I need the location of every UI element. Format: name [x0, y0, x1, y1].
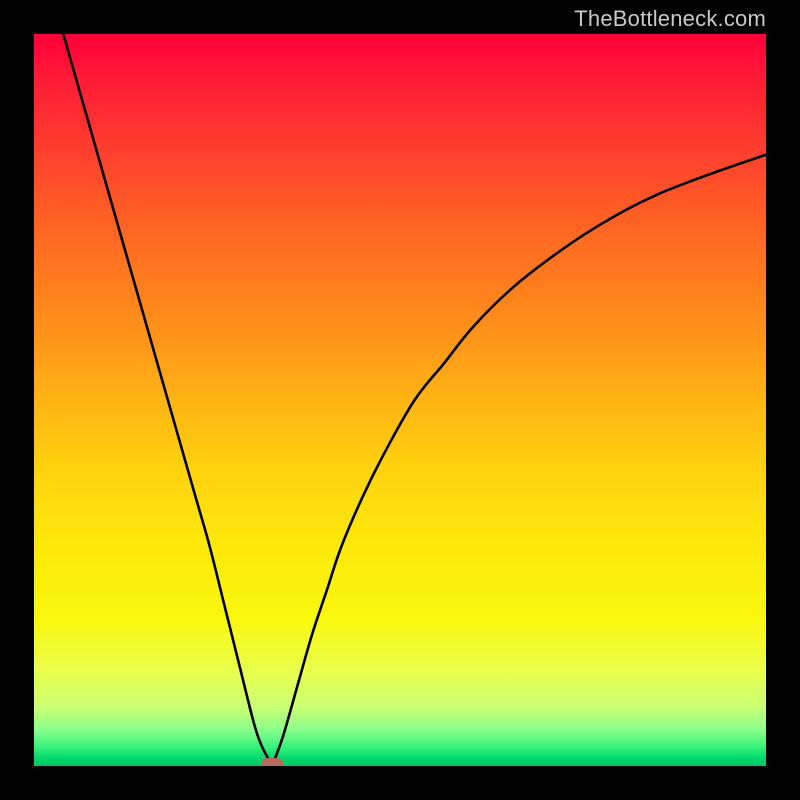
curve-layer: [34, 34, 766, 766]
optimum-marker: [261, 758, 283, 766]
right-branch-line: [272, 155, 766, 766]
plot-area: [34, 34, 766, 766]
watermark-text: TheBottleneck.com: [574, 6, 766, 32]
left-branch-line: [63, 34, 272, 766]
chart-frame: TheBottleneck.com: [0, 0, 800, 800]
